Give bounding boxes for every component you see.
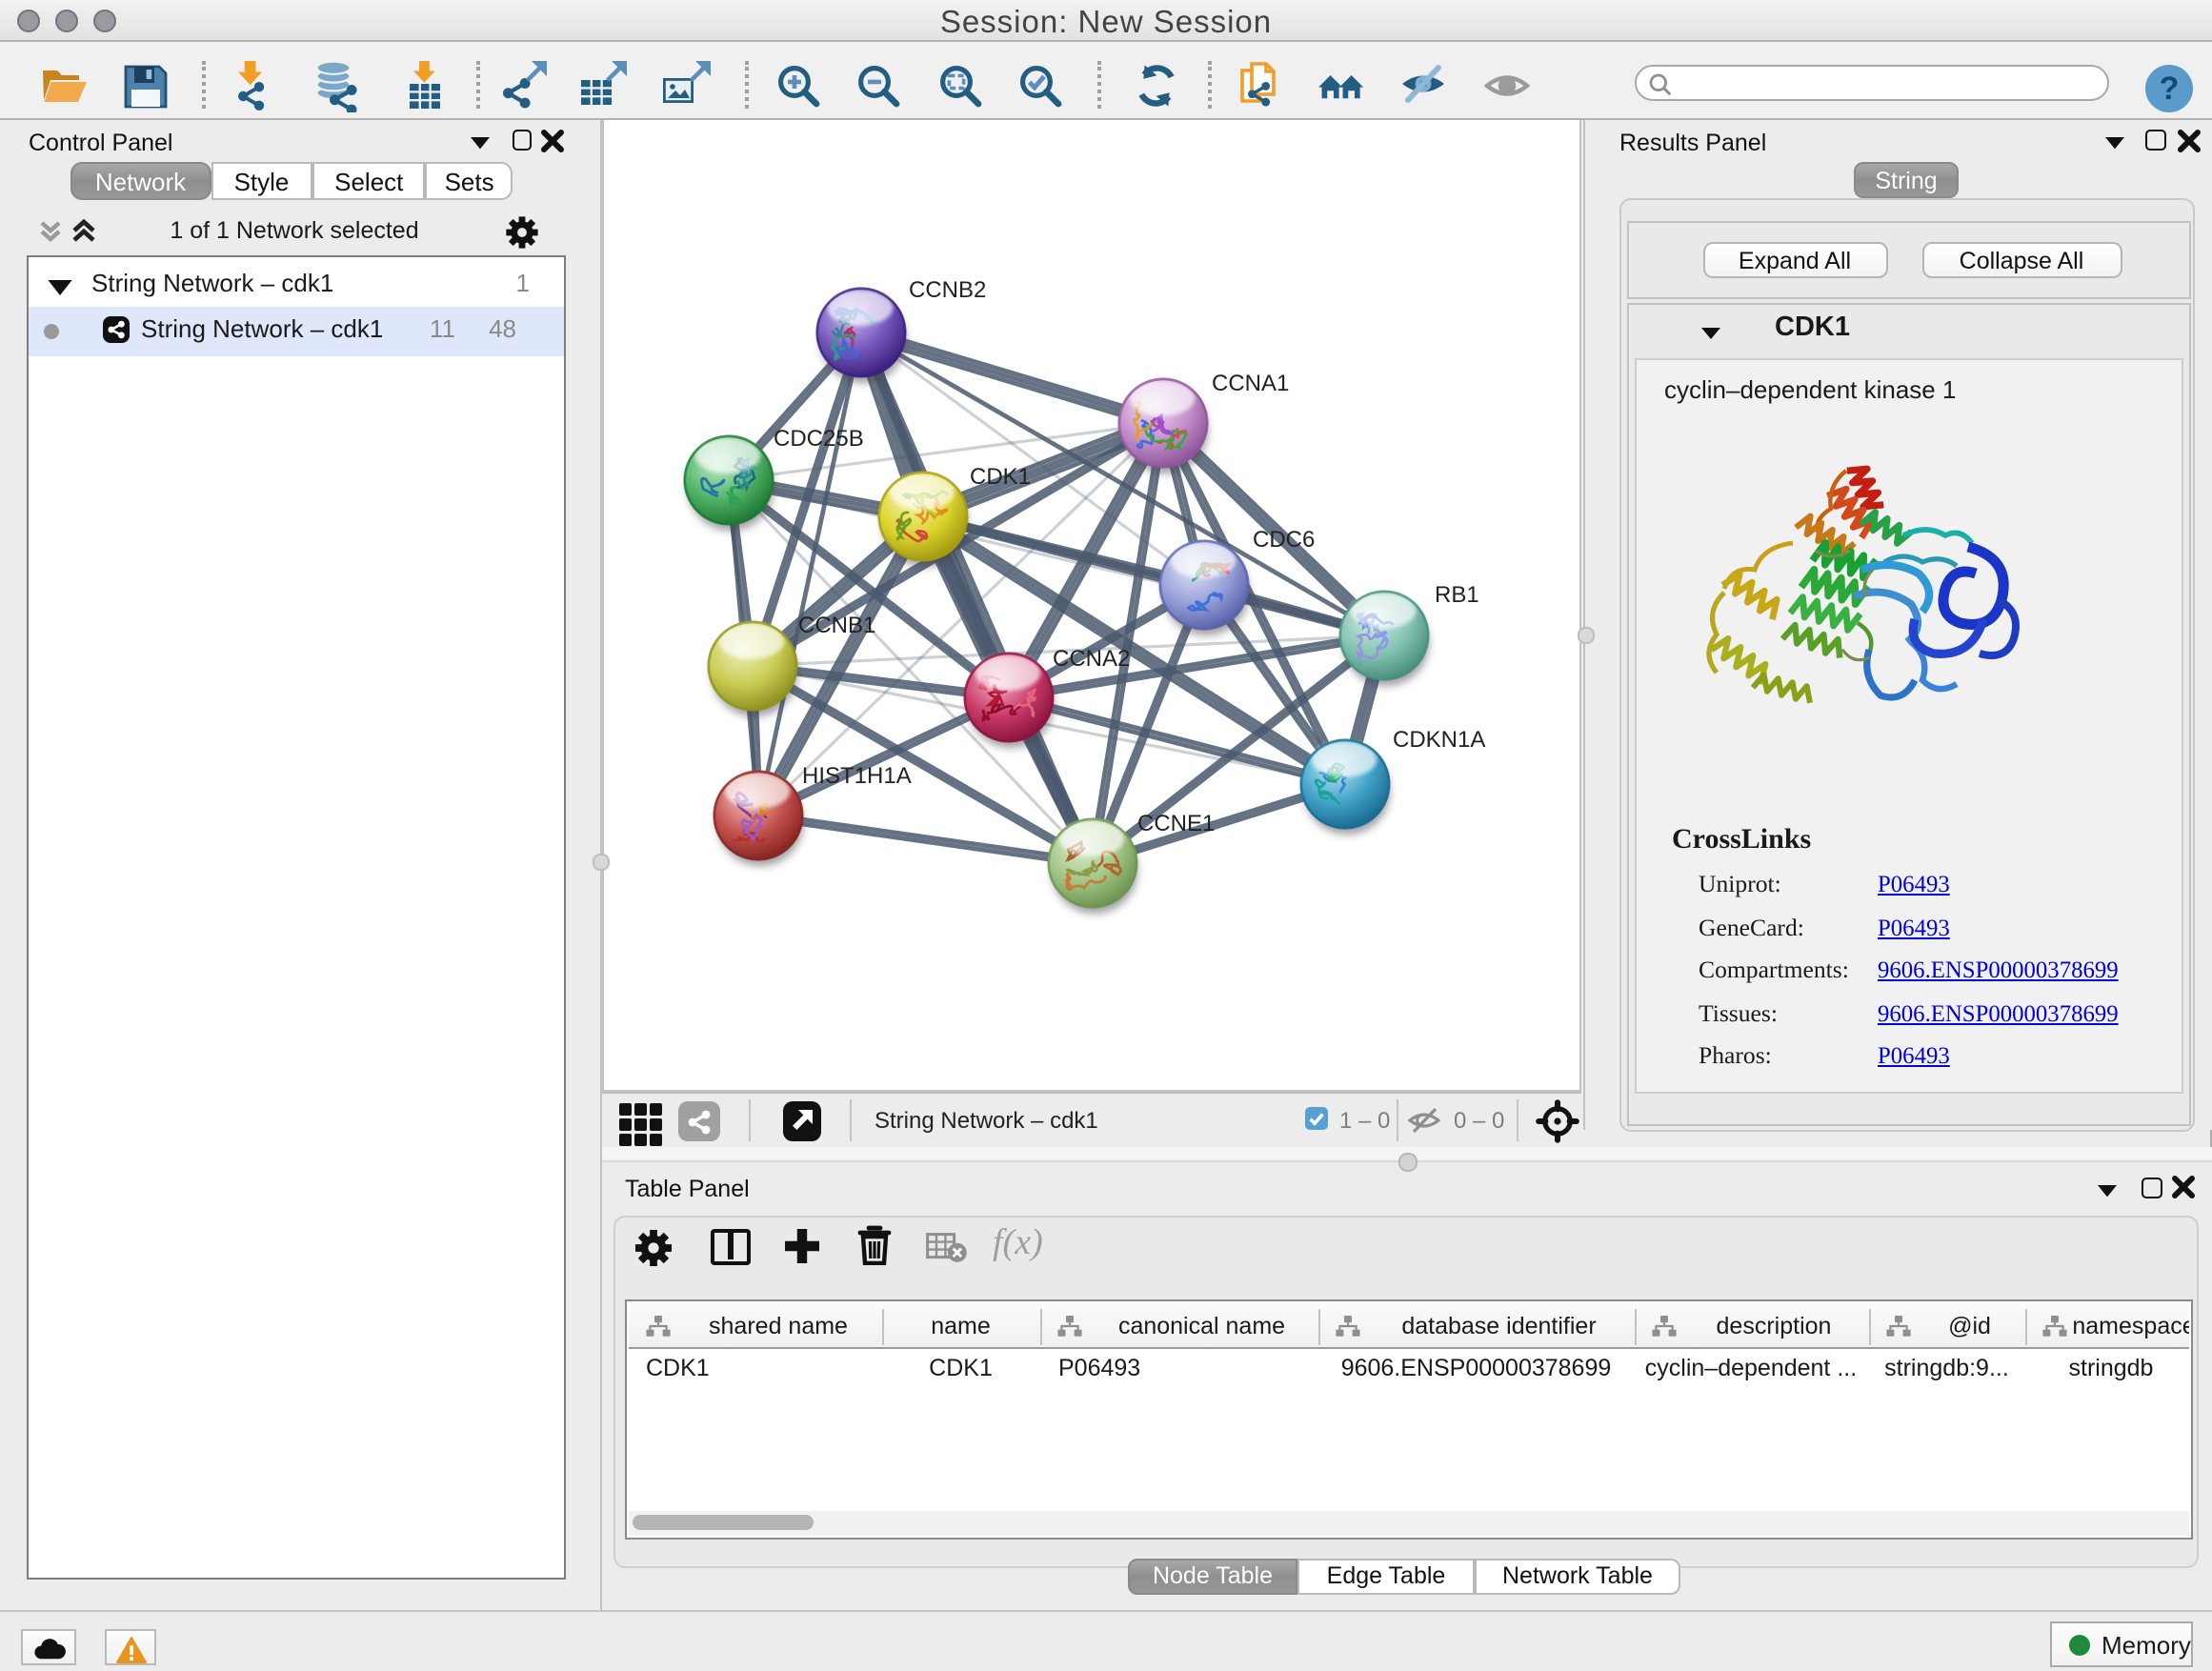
svg-text:CCNB2: CCNB2 [909, 277, 986, 303]
svg-text:CDC25B: CDC25B [774, 426, 864, 452]
svg-text:CCNA1: CCNA1 [1212, 371, 1289, 396]
svg-text:CCNE1: CCNE1 [1137, 811, 1215, 836]
svg-text:CDKN1A: CDKN1A [1393, 727, 1485, 753]
svg-text:HIST1H1A: HIST1H1A [802, 763, 912, 789]
svg-text:CDK1: CDK1 [970, 464, 1031, 490]
svg-text:CCNB1: CCNB1 [798, 613, 875, 638]
svg-text:RB1: RB1 [1435, 582, 1479, 608]
svg-text:CDC6: CDC6 [1253, 527, 1315, 553]
svg-text:CCNA2: CCNA2 [1053, 646, 1130, 672]
